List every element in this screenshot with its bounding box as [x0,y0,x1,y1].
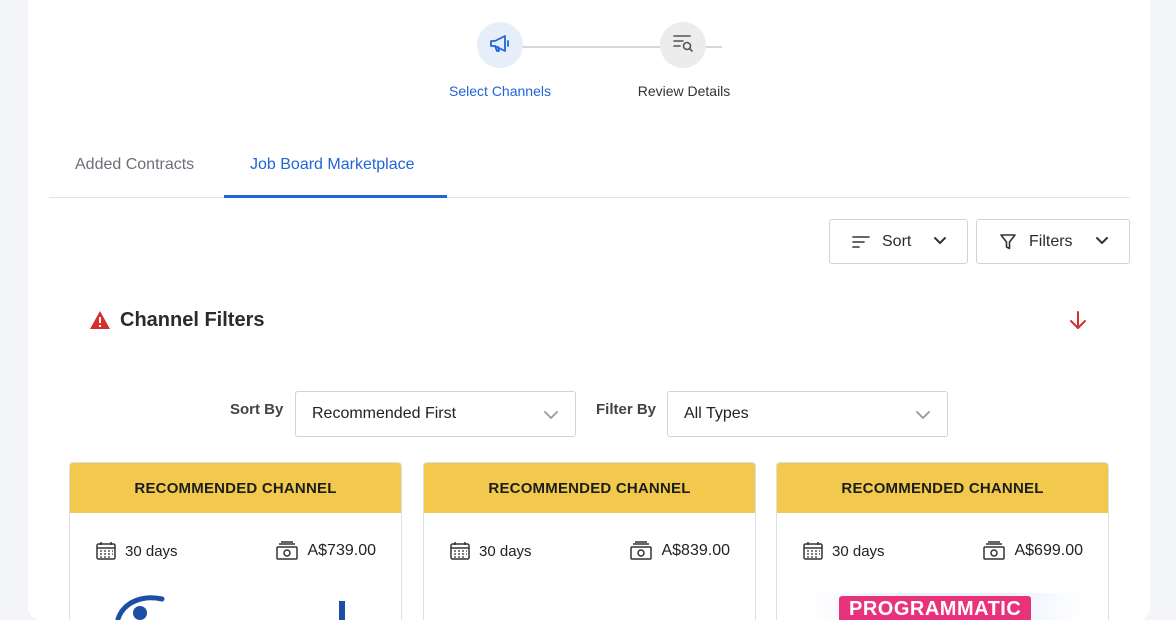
review-list-icon [671,32,695,59]
step-label-review-details: Review Details [637,83,731,99]
sort-label: Sort [882,232,912,250]
sort-by-value: Recommended First [312,405,457,422]
card-price: A$839.00 [629,541,730,561]
channel-card[interactable]: RECOMMENDED CHANNEL 30 days A$839.00 [423,462,756,620]
tab-added-contracts[interactable]: Added Contracts [75,156,194,174]
megaphone-icon [488,32,512,59]
calendar-icon [95,541,117,561]
duration-text: 30 days [832,542,885,560]
funnel-icon [997,231,1019,253]
card-duration: 30 days [802,541,885,561]
step-label-select-channels: Select Channels [449,83,551,99]
card-duration: 30 days [449,541,532,561]
sort-button[interactable]: Sort [829,219,968,264]
card-header: RECOMMENDED CHANNEL [777,463,1108,513]
step-review-details[interactable] [660,22,706,68]
filter-by-label: Filter By [596,401,657,418]
price-text: A$699.00 [1014,542,1083,559]
filter-by-value: All Types [684,405,749,422]
calendar-icon [449,541,471,561]
tabs-divider [49,197,1130,198]
stepper-connector-tail [706,46,722,48]
programmatic-badge: PROGRAMMATIC [839,596,1032,620]
price-text: A$839.00 [661,542,730,559]
channel-filters-title: Channel Filters [120,309,265,331]
money-icon [629,541,653,561]
chevron-down-icon [915,408,931,426]
money-icon [275,541,299,561]
sort-by-label: Sort By [230,401,284,418]
indeed-logo [114,593,354,620]
channel-card[interactable]: RECOMMENDED CHANNEL 30 days A$739.00 [69,462,402,620]
chevron-down-icon [543,408,559,426]
filters-label: Filters [1029,232,1073,250]
calendar-icon [802,541,824,561]
active-tab-indicator [224,195,447,198]
price-text: A$739.00 [307,542,376,559]
duration-text: 30 days [479,542,532,560]
card-header: RECOMMENDED CHANNEL [70,463,401,513]
tab-job-board-marketplace[interactable]: Job Board Marketplace [250,156,415,174]
warning-icon [89,310,111,335]
filters-button[interactable]: Filters [976,219,1130,264]
channel-card[interactable]: RECOMMENDED CHANNEL 30 days A$699.00 PRO… [776,462,1109,620]
sort-by-select[interactable]: Recommended First [295,391,576,437]
duration-text: 30 days [125,542,178,560]
sort-lines-icon [850,231,872,253]
arrow-down-icon[interactable] [1067,309,1089,336]
card-price: A$739.00 [275,541,376,561]
chevron-down-icon [933,233,947,252]
money-icon [982,541,1006,561]
card-price: A$699.00 [982,541,1083,561]
step-select-channels[interactable] [477,22,523,68]
card-header: RECOMMENDED CHANNEL [424,463,755,513]
filter-by-select[interactable]: All Types [667,391,948,437]
card-duration: 30 days [95,541,178,561]
main-panel: Select Channels Review Details Added Con… [28,0,1150,620]
chevron-down-icon [1095,233,1109,252]
